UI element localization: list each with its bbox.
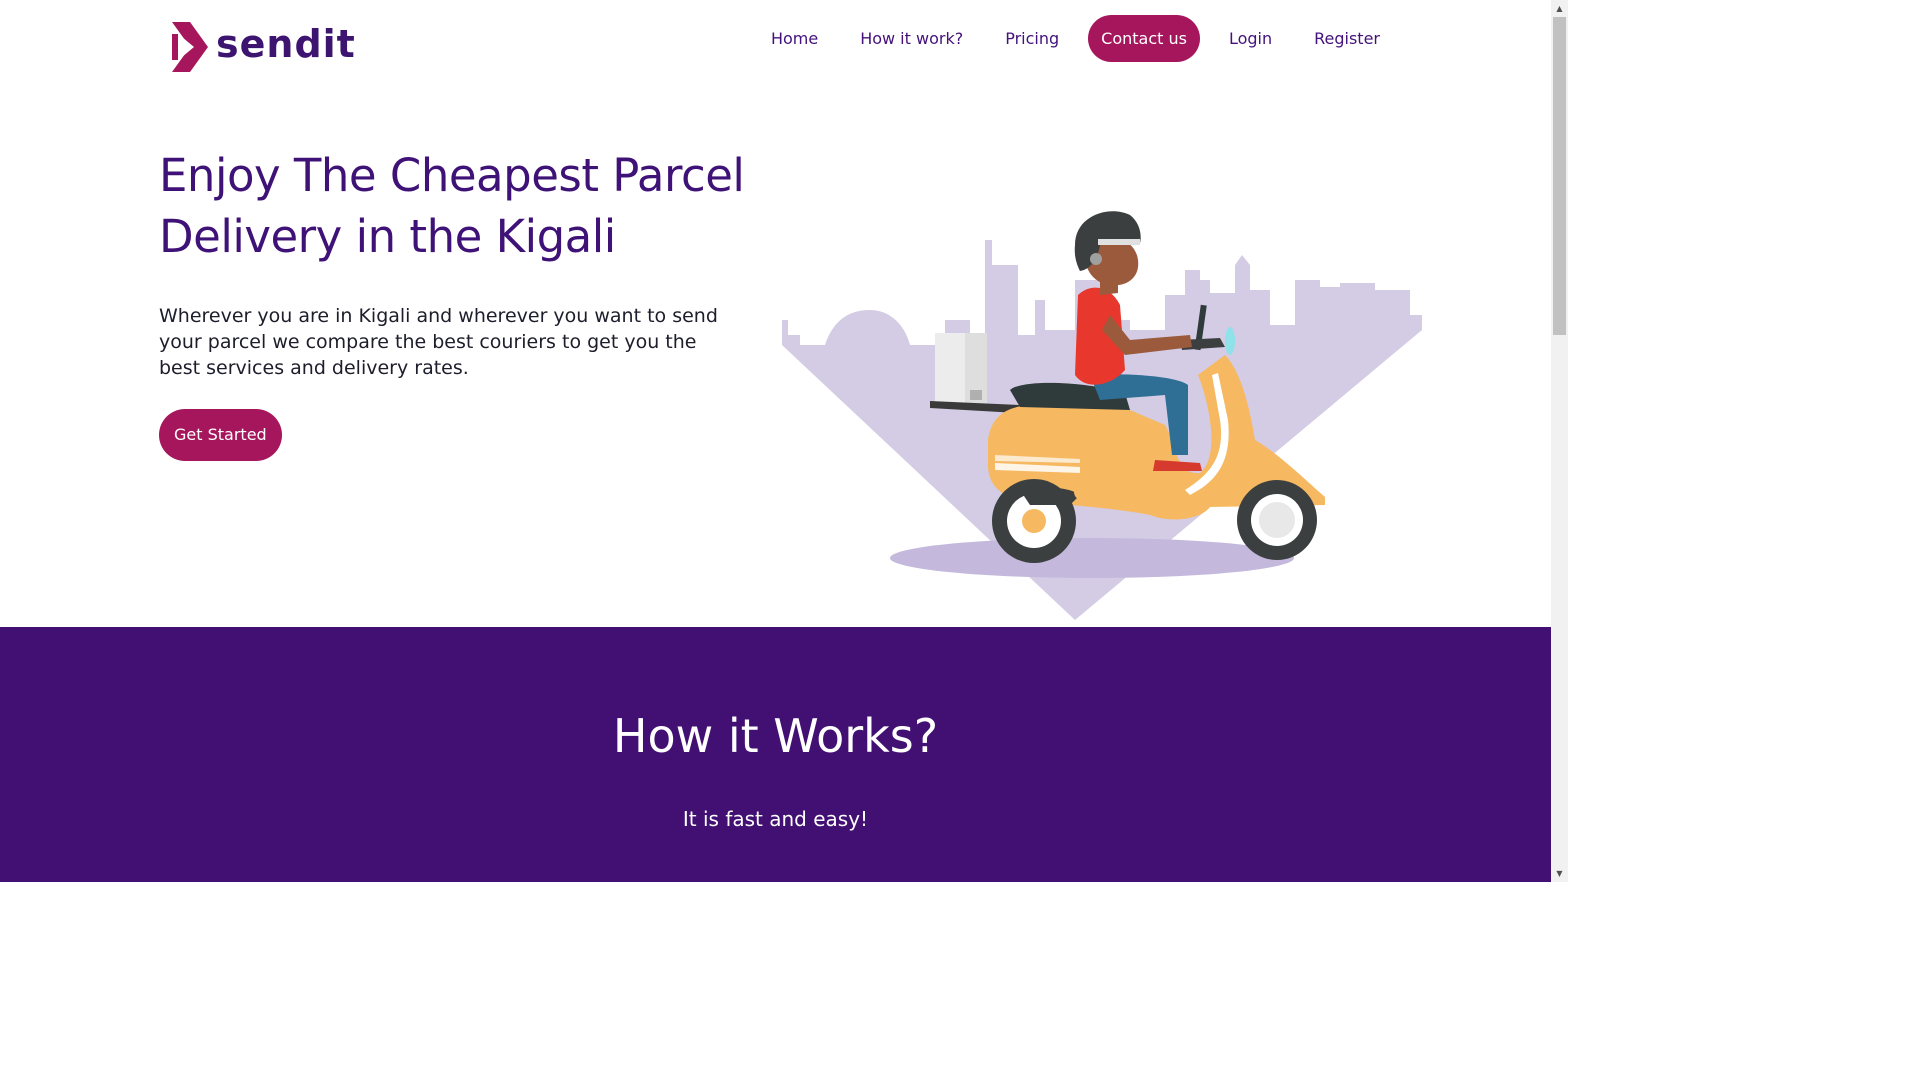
nav-pricing[interactable]: Pricing [984, 15, 1080, 62]
how-it-works-title: How it Works? [612, 709, 939, 763]
nav-login[interactable]: Login [1208, 15, 1293, 62]
logo-arrow-icon [172, 22, 208, 72]
nav-contact-us[interactable]: Contact us [1088, 15, 1200, 62]
nav-home[interactable]: Home [750, 15, 839, 62]
logo-text: sendit [216, 22, 356, 66]
delivery-scooter-illustration [782, 211, 1422, 620]
sendit-logo[interactable]: sendit [168, 20, 355, 74]
hero-description: Wherever you are in Kigali and wherever … [159, 305, 718, 379]
page: sendit Home How it work? Pricing Contact… [0, 0, 1551, 882]
hero-title: Enjoy The Cheapest Parcel Delivery in th… [159, 149, 745, 263]
get-started-button[interactable]: Get Started [159, 409, 282, 461]
scroll-down-icon[interactable]: ▼ [1551, 865, 1568, 882]
vertical-scrollbar[interactable]: ▲ ▼ [1551, 0, 1568, 882]
nav-how-it-works[interactable]: How it work? [839, 15, 984, 62]
scroll-up-icon[interactable]: ▲ [1551, 0, 1568, 17]
nav-register[interactable]: Register [1293, 15, 1401, 62]
how-it-works-subtitle: It is fast and easy! [682, 807, 869, 831]
how-it-works-section: How it Works? It is fast and easy! [0, 627, 1551, 882]
main-nav: Home How it work? Pricing Contact us Log… [750, 15, 1401, 62]
scrollbar-thumb[interactable] [1553, 17, 1566, 335]
